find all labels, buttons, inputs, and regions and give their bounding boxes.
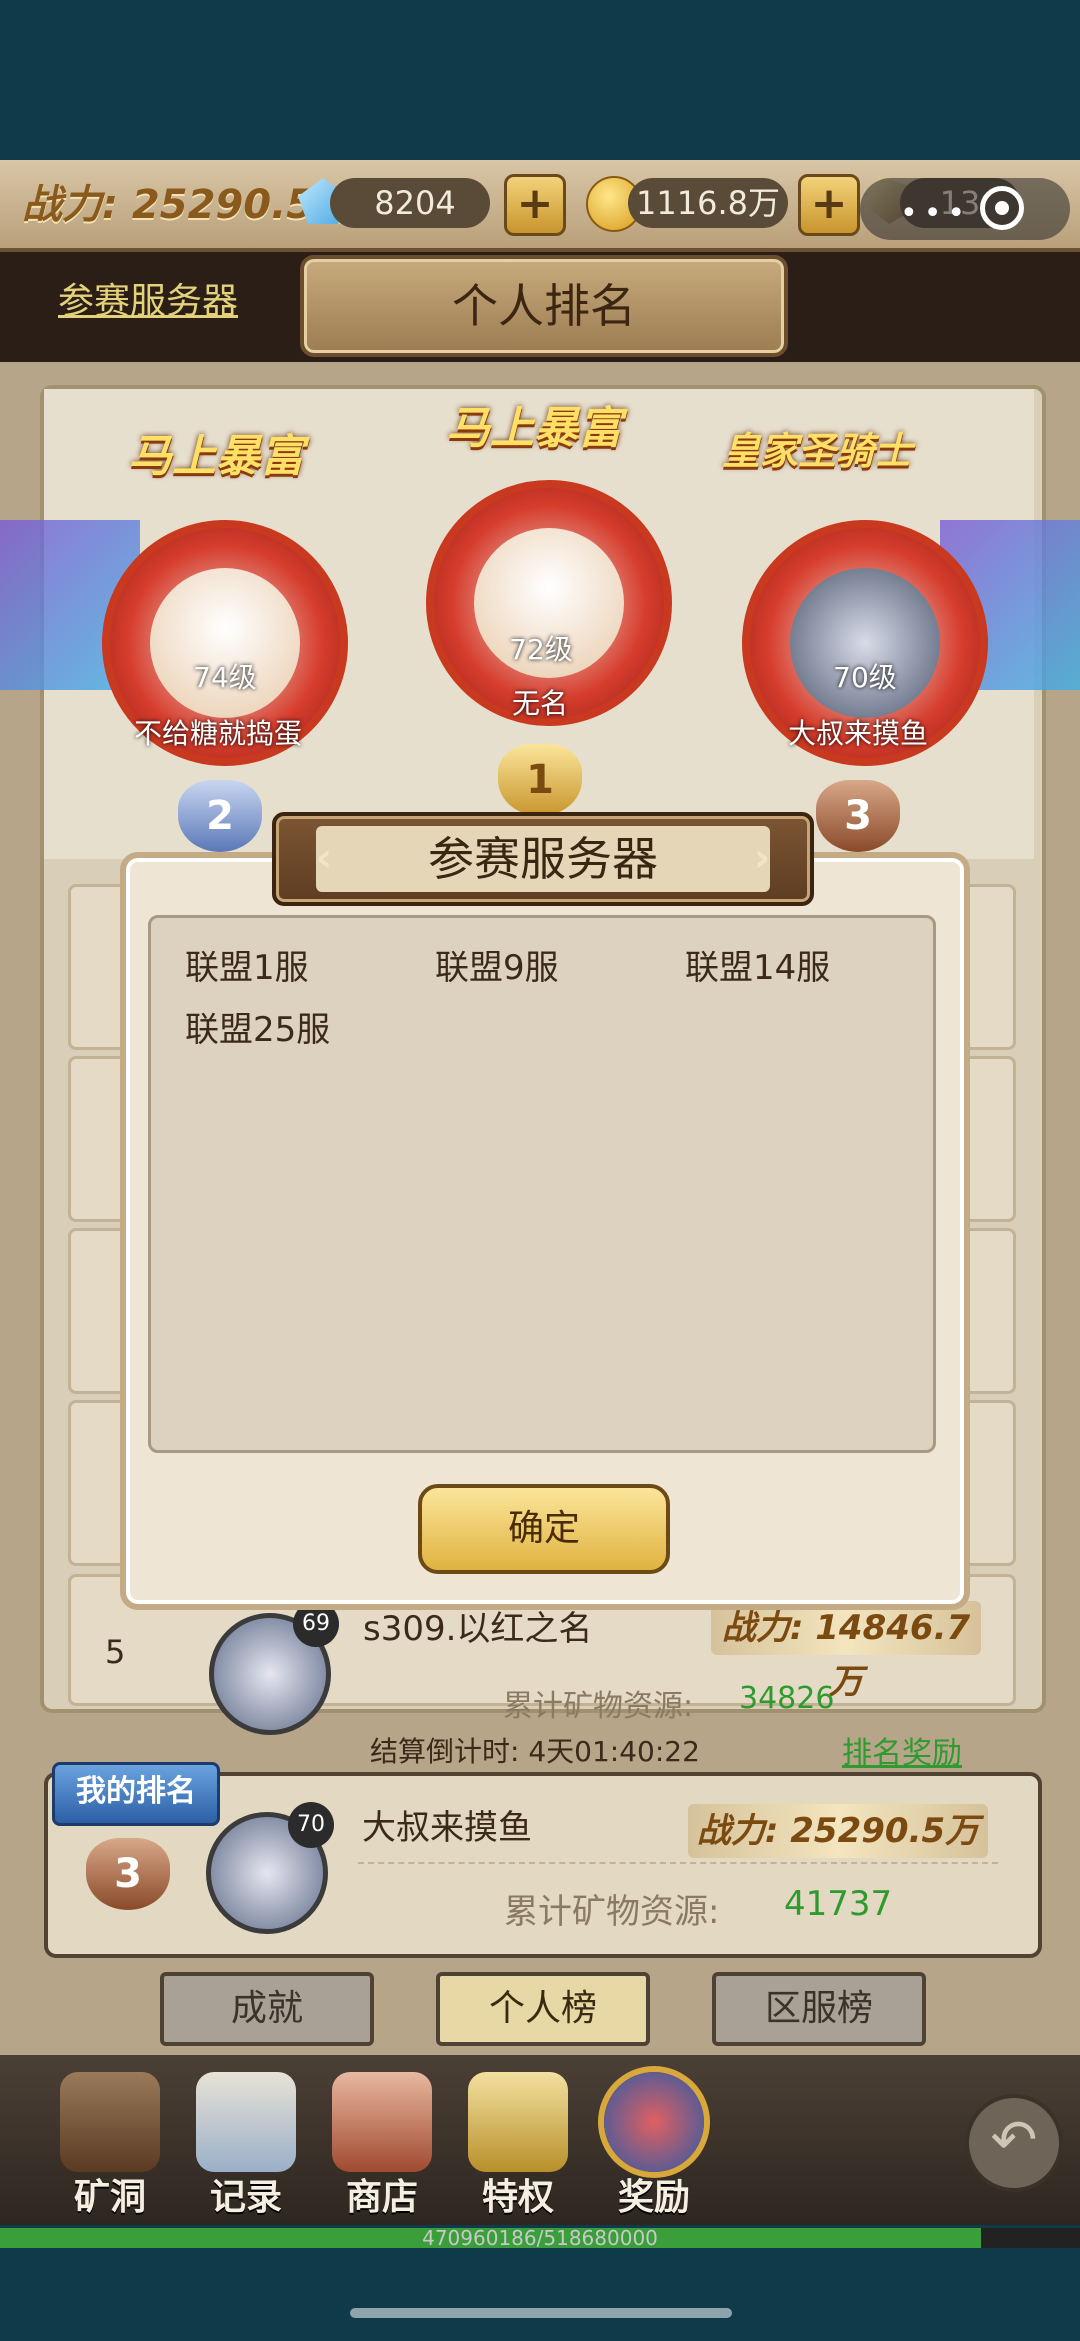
rank-3-shield-icon: 3 <box>816 780 900 852</box>
privilege-card-icon <box>468 2072 568 2172</box>
diamond-count: 8204 <box>330 178 490 228</box>
confirm-button[interactable]: 确定 <box>418 1484 670 1574</box>
exp-text: 470960186/518680000 <box>422 2226 658 2250</box>
server-list: 联盟1服 联盟9服 联盟14服 联盟25服 <box>148 915 936 1453</box>
server-item: 联盟14服 <box>685 948 831 988</box>
gold-count: 1116.8万 <box>628 178 788 228</box>
modal-header: 参赛服务器 ‹ › <box>272 812 814 906</box>
my-rank-tag: 我的排名 <box>52 1762 220 1826</box>
nav-shop[interactable]: 商店 <box>324 2072 440 2218</box>
ornament-right-icon: › <box>753 835 771 881</box>
nav-privileges[interactable]: 特权 <box>460 2072 576 2218</box>
first-title-badge: 马上暴富 <box>446 403 622 454</box>
countdown: 结算倒计时: 4天01:40:22 <box>370 1730 700 1770</box>
level-badge: 70 <box>288 1802 334 1848</box>
add-diamond-button[interactable]: + <box>504 174 566 236</box>
ore-value: 34826 <box>739 1681 835 1716</box>
rank-reward-link[interactable]: 排名奖励 <box>842 1728 962 1772</box>
nav-label: 记录 <box>209 2177 282 2218</box>
first-name: 无名 <box>511 687 568 720</box>
server-item: 联盟1服 <box>185 948 309 988</box>
add-gold-button[interactable]: + <box>798 174 860 236</box>
mini-program-capsule[interactable]: ••• <box>860 178 1070 240</box>
title-plate: 个人排名 <box>300 255 788 357</box>
ornament-left-icon: ‹ <box>315 835 333 881</box>
nav-label: 奖励 <box>617 2177 690 2218</box>
third-name: 大叔来摸鱼 <box>787 717 928 750</box>
home-indicator[interactable] <box>350 2308 732 2318</box>
rank-2-shield-icon: 2 <box>178 780 262 852</box>
first-level: 72级 <box>509 633 573 666</box>
modal-title: 参赛服务器 <box>428 832 658 886</box>
close-circle-icon[interactable] <box>980 186 1024 230</box>
nav-records[interactable]: 记录 <box>188 2072 304 2218</box>
my-name: 大叔来摸鱼 <box>362 1808 532 1848</box>
countdown-value: 4天01:40:22 <box>528 1735 700 1768</box>
gift-box-icon <box>604 2072 704 2172</box>
rank-1-shield-icon: 1 <box>498 744 582 816</box>
ore-label: 累计矿物资源: <box>504 1892 720 1932</box>
server-item: 联盟25服 <box>185 1010 331 1050</box>
second-level: 74级 <box>193 661 257 694</box>
server-item: 联盟9服 <box>435 948 559 988</box>
nav-rewards[interactable]: 奖励 <box>596 2072 712 2218</box>
divider <box>358 1862 998 1864</box>
participating-servers-link[interactable]: 参赛服务器 <box>58 272 238 324</box>
rank-number: 5 <box>105 1633 126 1671</box>
ore-value: 41737 <box>784 1884 893 1924</box>
second-name: 不给糖就捣蛋 <box>133 717 302 750</box>
nav-mine[interactable]: 矿洞 <box>52 2072 168 2218</box>
shop-icon <box>332 2072 432 2172</box>
third-level: 70级 <box>833 661 897 694</box>
second-title-badge: 马上暴富 <box>128 431 304 482</box>
page-title: 个人排名 <box>452 279 636 333</box>
nav-label: 特权 <box>481 2177 554 2218</box>
countdown-label: 结算倒计时: <box>370 1735 520 1768</box>
clipboard-icon <box>196 2072 296 2172</box>
third-title-badge: 皇家圣骑士 <box>722 429 913 473</box>
close-circle-dot <box>995 201 1009 215</box>
power-badge: 战力: 25290.5万 <box>688 1804 988 1858</box>
nav-label: 矿洞 <box>73 2177 146 2218</box>
tab-personal[interactable]: 个人榜 <box>436 1972 650 2046</box>
tab-achievements[interactable]: 成就 <box>160 1972 374 2046</box>
more-icon[interactable]: ••• <box>900 196 971 231</box>
my-rank-shield-icon: 3 <box>86 1838 170 1910</box>
mine-cave-icon <box>60 2072 160 2172</box>
tab-server[interactable]: 区服榜 <box>712 1972 926 2046</box>
ore-label: 累计矿物资源: <box>503 1689 694 1724</box>
nav-label: 商店 <box>345 2177 418 2218</box>
back-arrow-icon[interactable]: ↶ <box>965 2094 1063 2192</box>
